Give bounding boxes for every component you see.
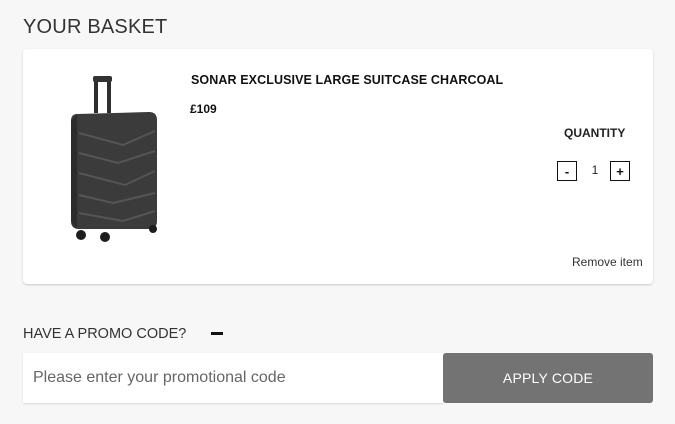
promo-code-label[interactable]: HAVE A PROMO CODE? xyxy=(23,326,186,342)
decrement-quantity-button[interactable]: - xyxy=(557,161,577,181)
increment-quantity-button[interactable]: + xyxy=(610,161,630,181)
minus-icon[interactable] xyxy=(211,332,223,335)
page-title: YOUR BASKET xyxy=(23,16,168,38)
quantity-label: QUANTITY xyxy=(564,126,626,140)
promo-code-input[interactable] xyxy=(23,353,443,403)
product-name[interactable]: SONAR EXCLUSIVE LARGE SUITCASE CHARCOAL xyxy=(191,73,503,87)
product-price: £109 xyxy=(190,102,217,116)
apply-code-button[interactable]: APPLY CODE xyxy=(443,353,653,403)
quantity-value: 1 xyxy=(591,163,599,177)
suitcase-icon xyxy=(63,71,173,246)
remove-item-link[interactable]: Remove item xyxy=(572,255,643,269)
basket-item-card: SONAR EXCLUSIVE LARGE SUITCASE CHARCOAL … xyxy=(23,49,653,284)
